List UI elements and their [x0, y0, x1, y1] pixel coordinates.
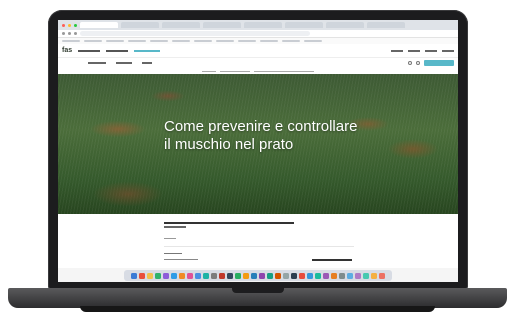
dock-app-icon[interactable] [379, 272, 385, 279]
subnav-item[interactable] [116, 62, 132, 64]
cta-button[interactable] [424, 60, 454, 66]
dock-app-icon[interactable] [339, 272, 345, 279]
bookmark-item[interactable] [128, 40, 146, 42]
site-logo[interactable]: fas [62, 47, 72, 54]
header-utility-links [391, 49, 454, 52]
page-title: Come prevenire e controllare il muschio … [164, 118, 358, 153]
utility-link[interactable] [425, 49, 437, 52]
divider [164, 246, 354, 247]
utility-link[interactable] [391, 49, 403, 52]
browser-tab[interactable] [285, 22, 323, 28]
dock-app-icon[interactable] [307, 272, 313, 279]
dock-app-icon[interactable] [219, 272, 225, 279]
dock-app-icon[interactable] [147, 272, 153, 279]
dock-app-icon[interactable] [371, 272, 377, 279]
dock-app-icon[interactable] [275, 272, 281, 279]
article-intro [164, 220, 364, 224]
dock-app-icon[interactable] [243, 272, 249, 279]
laptop-hinge-notch [232, 288, 284, 293]
browser-address-bar [58, 30, 458, 38]
browser-tab[interactable] [203, 22, 241, 28]
dock-app-icon[interactable] [291, 272, 297, 279]
browser-tab[interactable] [326, 22, 364, 28]
bookmark-item[interactable] [238, 40, 256, 42]
toc-label [164, 253, 182, 254]
nav-link[interactable] [78, 49, 101, 52]
browser-tab[interactable] [162, 22, 200, 28]
bookmark-item[interactable] [260, 40, 278, 42]
bookmark-item[interactable] [150, 40, 168, 42]
subnav-item[interactable] [142, 62, 152, 64]
dock-app-icon[interactable] [187, 272, 193, 279]
dock-app-icon[interactable] [131, 272, 137, 279]
bookmark-item[interactable] [62, 40, 80, 42]
dock-app-icon[interactable] [283, 272, 289, 279]
dock-app-icon[interactable] [363, 272, 369, 279]
browser-tab[interactable] [121, 22, 159, 28]
browser-tab-bar [58, 20, 458, 30]
utility-link[interactable] [442, 49, 454, 52]
dock-app-icon[interactable] [139, 272, 145, 279]
close-window-icon[interactable] [62, 23, 65, 27]
dock-app-icon[interactable] [163, 272, 169, 279]
dock-app-icon[interactable] [267, 272, 273, 279]
nav-link-active[interactable] [134, 49, 161, 52]
sub-navigation [58, 58, 458, 68]
minimize-window-icon[interactable] [68, 23, 71, 27]
browser-tab[interactable] [244, 22, 282, 28]
site-header: fas [58, 44, 458, 58]
laptop-base-underside [80, 306, 435, 312]
nav-link[interactable] [106, 49, 129, 52]
dock-app-icon[interactable] [323, 272, 329, 279]
laptop-screen: fas Come prevenire e controllare il musc… [58, 20, 458, 282]
article-intro-sub [164, 226, 186, 228]
dock-app-icon[interactable] [227, 272, 233, 279]
dock-app-icon[interactable] [331, 272, 337, 279]
dock-app-icon[interactable] [355, 272, 361, 279]
bookmark-item[interactable] [216, 40, 234, 42]
dock-app-icon[interactable] [179, 272, 185, 279]
account-icon[interactable] [416, 61, 420, 65]
dock-app-icon[interactable] [251, 272, 257, 279]
search-icon[interactable] [408, 61, 412, 65]
dock-app-icon[interactable] [315, 272, 321, 279]
dock-app-icon[interactable] [259, 272, 265, 279]
dock-app-icon[interactable] [235, 272, 241, 279]
bookmark-item[interactable] [194, 40, 212, 42]
dock-app-icon[interactable] [195, 272, 201, 279]
macos-dock [124, 270, 392, 281]
subnav-item[interactable] [88, 62, 106, 64]
browser-tab-active[interactable] [80, 22, 118, 28]
bookmark-item[interactable] [282, 40, 300, 42]
dock-app-icon[interactable] [211, 272, 217, 279]
url-input[interactable] [80, 31, 310, 36]
bookmark-item[interactable] [304, 40, 322, 42]
toc-item[interactable] [164, 259, 198, 260]
breadcrumb-item[interactable] [220, 70, 250, 72]
breadcrumb-item[interactable] [202, 70, 216, 72]
dock-app-icon[interactable] [347, 272, 353, 279]
bookmark-item[interactable] [106, 40, 124, 42]
dock-app-icon[interactable] [299, 272, 305, 279]
laptop-scene: fas Come prevenire e controllare il musc… [0, 0, 515, 320]
dock-app-icon[interactable] [203, 272, 209, 279]
forward-icon[interactable] [68, 32, 71, 35]
bookmark-item[interactable] [172, 40, 190, 42]
article-content [58, 214, 458, 268]
browser-tab[interactable] [367, 22, 405, 28]
hero-banner: Come prevenire e controllare il muschio … [58, 74, 458, 214]
breadcrumb-item [254, 70, 314, 72]
reload-icon[interactable] [74, 32, 77, 35]
back-icon[interactable] [62, 32, 65, 35]
article-meta [164, 238, 176, 239]
maximize-window-icon[interactable] [74, 23, 77, 27]
toc-item-highlight[interactable] [312, 259, 352, 261]
bookmark-item[interactable] [84, 40, 102, 42]
dock-app-icon[interactable] [171, 272, 177, 279]
dock-app-icon[interactable] [155, 272, 161, 279]
utility-link[interactable] [408, 49, 420, 52]
